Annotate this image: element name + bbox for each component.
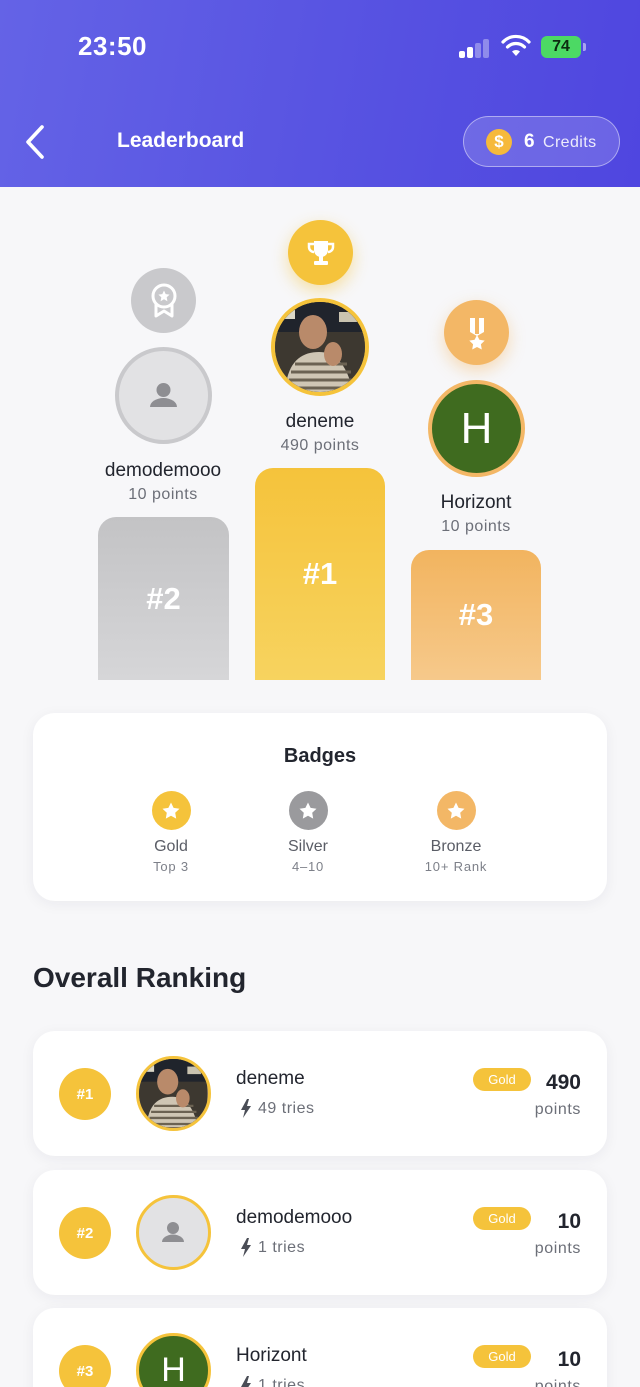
avatar-letter: H [460, 403, 493, 453]
badge-silver: Silver 4–10 [248, 791, 368, 874]
podium-avatar-first[interactable] [271, 298, 369, 396]
podium-name-third: Horizont [440, 492, 512, 513]
podium-name-first: deneme [285, 411, 355, 432]
podium-bar-first: #1 [255, 468, 385, 680]
avatar: H [136, 1333, 211, 1387]
silver-medal-icon [131, 268, 196, 333]
podium-bar-second: #2 [98, 517, 229, 680]
page-title: Leaderboard [117, 129, 245, 152]
star-icon [151, 791, 191, 830]
wifi-icon [501, 34, 531, 56]
podium-points-first: 490 points [280, 437, 360, 454]
badge-sub: Top 3 [153, 859, 189, 874]
ranking-title: Overall Ranking [33, 962, 247, 993]
row-tries: 49 tries [240, 1099, 314, 1118]
battery-indicator: 74 [541, 36, 581, 58]
row-tries: 1 tries [240, 1376, 305, 1387]
status-time: 23:50 [78, 31, 147, 61]
row-name: Horizont [236, 1345, 307, 1366]
battery-cap [583, 43, 586, 51]
credits-label: Credits [543, 134, 597, 151]
rank-badge: #3 [59, 1345, 111, 1387]
row-name: deneme [236, 1068, 305, 1089]
row-name: demodemooo [236, 1207, 353, 1228]
star-icon [288, 791, 328, 830]
ranking-row[interactable]: #1 deneme 49 tries Gold 490 points [33, 1031, 607, 1156]
rank-badge: #2 [59, 1207, 111, 1259]
badge-sub: 10+ Rank [424, 859, 488, 874]
user-photo [139, 1059, 207, 1127]
badge-gold: Gold Top 3 [111, 791, 231, 874]
lightning-icon [241, 1238, 251, 1257]
podium-points-third: 10 points [441, 518, 511, 535]
star-icon [436, 791, 476, 830]
coin-icon: $ [486, 129, 512, 155]
avatar [136, 1195, 211, 1270]
badges-card: Badges Gold Top 3 Silver 4–10 Bronze 10+… [33, 713, 607, 901]
user-photo [275, 302, 365, 392]
tier-badge: Gold [473, 1207, 531, 1230]
avatar-letter: H [161, 1351, 186, 1387]
user-placeholder-icon [150, 383, 177, 407]
tries-count: 1 tries [258, 1238, 306, 1256]
row-tries: 1 tries [240, 1238, 305, 1257]
signal-icon [459, 38, 491, 58]
trophy-icon [288, 220, 353, 285]
row-points-label: points [534, 1378, 581, 1387]
ranking-row[interactable]: #3 H Horizont 1 tries Gold 10 points [33, 1308, 607, 1387]
credits-button[interactable]: $ 6 Credits [463, 116, 620, 167]
user-placeholder-icon [162, 1222, 184, 1242]
back-button[interactable] [20, 122, 54, 162]
badge-name: Silver [287, 838, 328, 855]
tier-badge: Gold [473, 1068, 531, 1091]
tier-badge: Gold [473, 1345, 531, 1368]
badge-name: Bronze [430, 838, 482, 855]
podium-name-second: demodemooo [104, 460, 222, 481]
badge-sub: 4–10 [291, 859, 325, 874]
row-points-label: points [534, 1101, 581, 1118]
badges-title: Badges [283, 745, 357, 767]
lightning-icon [241, 1376, 251, 1387]
app-header: 23:50 74 Leaderboard $ 6 Credits [0, 0, 640, 187]
podium-points-second: 10 points [128, 486, 198, 503]
ranking-row[interactable]: #2 demodemooo 1 tries Gold 10 points [33, 1170, 607, 1295]
row-points: 490 [545, 1071, 581, 1094]
row-points-label: points [534, 1240, 581, 1257]
podium-bar-third: #3 [411, 550, 541, 680]
row-points: 10 [557, 1348, 581, 1371]
badge-bronze: Bronze 10+ Rank [396, 791, 516, 874]
tries-count: 1 tries [258, 1376, 306, 1387]
row-points: 10 [557, 1210, 581, 1233]
chevron-left-icon [26, 125, 44, 159]
podium-avatar-second[interactable] [115, 347, 212, 444]
rank-badge: #1 [59, 1068, 111, 1120]
avatar [136, 1056, 211, 1131]
badge-name: Gold [154, 838, 188, 855]
podium-avatar-third[interactable]: H [428, 380, 525, 477]
lightning-icon [241, 1099, 251, 1118]
tries-count: 49 tries [258, 1099, 315, 1117]
credits-value: 6 [524, 131, 535, 152]
ribbon-medal-icon [444, 300, 509, 365]
